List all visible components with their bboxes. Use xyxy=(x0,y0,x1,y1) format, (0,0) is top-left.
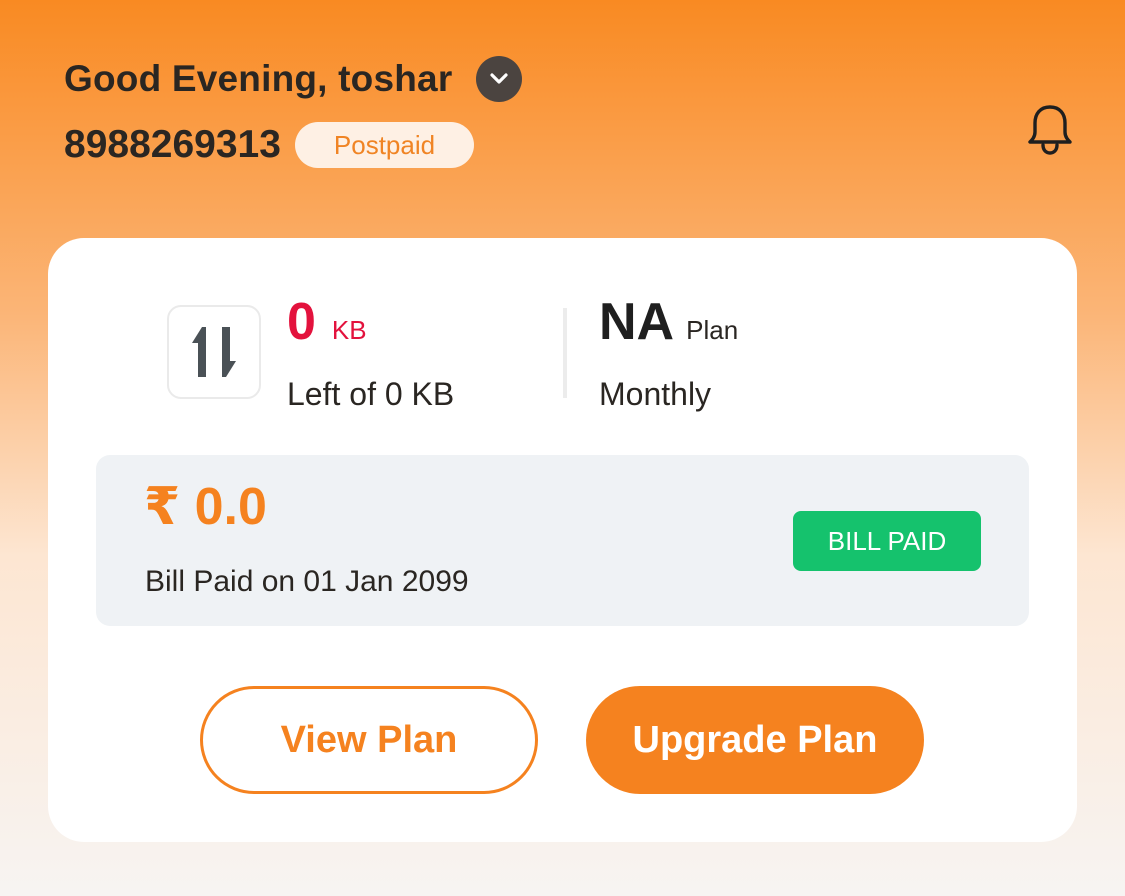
phone-number: 8988269313 xyxy=(64,123,281,166)
data-remaining-unit: KB xyxy=(331,315,367,345)
plan-cycle: Monthly xyxy=(599,376,712,412)
number-row: 8988269313 Postpaid xyxy=(64,122,522,168)
data-remaining: 0 KB xyxy=(287,292,367,352)
account-switch-button[interactable] xyxy=(476,56,523,102)
usage-card: 0 KB Left of 0 KB NA Plan Monthly ₹ 0.0 … xyxy=(48,238,1077,842)
data-remaining-subtitle: Left of 0 KB xyxy=(287,376,455,412)
data-usage-icon-box xyxy=(167,305,261,399)
upgrade-plan-button[interactable]: Upgrade Plan xyxy=(586,686,924,794)
bill-status-badge: BILL PAID xyxy=(793,511,981,571)
bill-paid-date: Bill Paid on 01 Jan 2099 xyxy=(145,565,469,598)
plan-name-value: NA xyxy=(599,293,675,351)
up-down-arrows-icon xyxy=(192,327,236,377)
account-type-badge: Postpaid xyxy=(294,122,475,168)
chevron-down-icon xyxy=(490,73,509,84)
bill-summary: ₹ 0.0 Bill Paid on 01 Jan 2099 BILL PAID xyxy=(96,455,1029,626)
plan-name: NA Plan xyxy=(599,292,738,352)
view-plan-button[interactable]: View Plan xyxy=(200,686,538,794)
greeting-text: Good Evening, toshar xyxy=(64,58,453,99)
header: Good Evening, toshar 8988269313 Postpaid xyxy=(64,56,523,168)
plan-name-unit: Plan xyxy=(686,315,739,345)
greeting-row: Good Evening, toshar xyxy=(64,56,523,102)
bill-amount: ₹ 0.0 xyxy=(144,478,267,536)
notifications-button[interactable] xyxy=(1026,102,1074,158)
divider xyxy=(563,308,567,398)
data-remaining-value: 0 xyxy=(287,293,316,351)
bell-icon xyxy=(1028,105,1072,155)
